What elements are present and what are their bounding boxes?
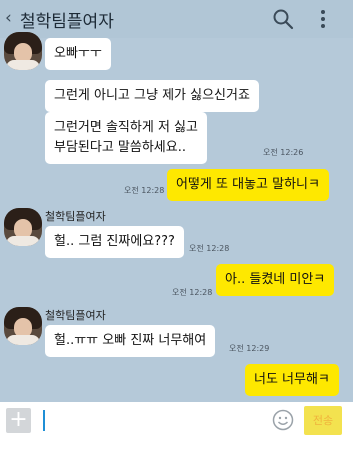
avatar[interactable] [4, 307, 42, 345]
chat-header: ‹ 철학팀플여자 [0, 0, 353, 38]
message-line: 부담된다고 말씀하세요.. [54, 140, 186, 155]
plus-button[interactable]: + [6, 408, 31, 433]
more-vert-icon[interactable] [318, 8, 328, 30]
bottom-area [0, 439, 353, 471]
message-bubble-outgoing: 어떻게 또 대놓고 말하니ㅋ [167, 169, 329, 201]
text-cursor [43, 410, 45, 431]
message-time: 오전 12:29 [229, 344, 270, 353]
avatar[interactable] [4, 32, 42, 70]
message-bubble-incoming: 헐.. 그럼 진짜에요??? [45, 226, 184, 258]
sender-name: 철학팀플여자 [45, 309, 106, 322]
avatar[interactable] [4, 208, 42, 246]
message-bubble-incoming: 그런게 아니고 그냥 제가 싫으신거죠 [45, 80, 259, 112]
message-line: 그런거면 솔직하게 저 싫고 [54, 120, 198, 135]
message-time: 오전 12:28 [172, 288, 213, 297]
message-bubble-outgoing: 너도 너무해ㅋ [245, 364, 339, 396]
chat-screen: ‹ 철학팀플여자 오빠ㅜㅜ 그런게 아니고 그냥 제가 싫으신거죠 그런거면 솔… [0, 0, 353, 471]
emoji-icon[interactable] [272, 409, 294, 431]
message-bubble-incoming: 헐..ㅠㅠ 오빠 진짜 너무해여 [45, 325, 216, 357]
message-input[interactable] [38, 406, 303, 436]
search-icon[interactable] [272, 8, 294, 30]
message-time: 오전 12:28 [189, 244, 230, 253]
message-time: 오전 12:26 [263, 148, 304, 157]
sender-name: 철학팀플여자 [45, 210, 106, 223]
message-time: 오전 12:28 [124, 186, 165, 195]
message-bubble-incoming: 그런거면 솔직하게 저 싫고 부담된다고 말씀하세요.. [45, 112, 207, 164]
message-bubble-incoming: 오빠ㅜㅜ [45, 38, 111, 70]
send-button[interactable]: 전송 [304, 406, 342, 435]
back-button[interactable]: ‹ [5, 8, 12, 28]
chat-title: 철학팀플여자 [20, 12, 114, 32]
message-bubble-outgoing: 아.. 들켰네 미안ㅋ [216, 264, 335, 296]
